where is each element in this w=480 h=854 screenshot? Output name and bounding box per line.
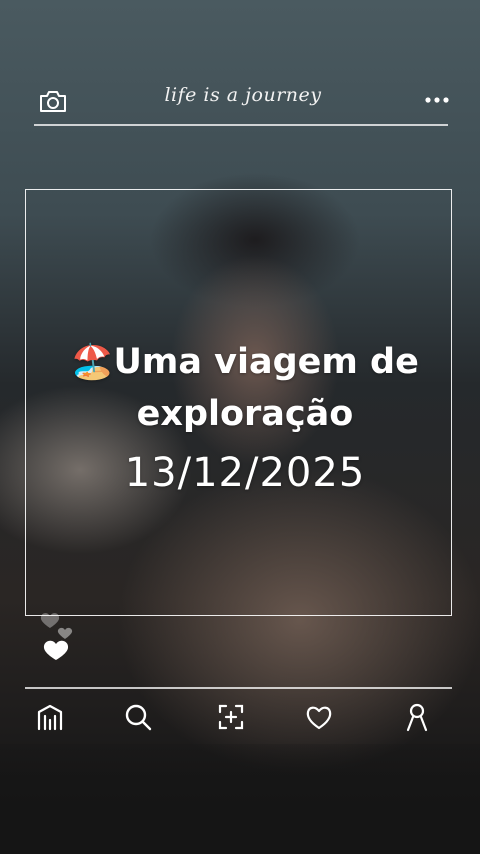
heart-icon [43,640,69,660]
bottom-divider [25,687,452,689]
background-shade [0,744,480,854]
tab-bar [0,696,480,740]
more-icon[interactable] [424,92,450,106]
heart-icon[interactable] [302,700,336,734]
search-icon[interactable] [121,700,155,734]
caption-line-1: Uma viagem de [113,342,419,382]
home-icon[interactable] [33,700,67,734]
floating-hearts[interactable] [38,608,82,668]
profile-icon[interactable] [400,700,434,734]
add-post-icon[interactable] [214,700,248,734]
caption-line-2: exploração [136,394,354,434]
post-caption: 🏖️Uma viagem de exploração [40,336,450,440]
top-divider [34,124,448,126]
brand-title: life is a journey [164,84,322,106]
beach-umbrella-emoji: 🏖️ [71,342,114,382]
top-bar: life is a journey [34,80,452,124]
post-date: 13/12/2025 [124,450,366,496]
